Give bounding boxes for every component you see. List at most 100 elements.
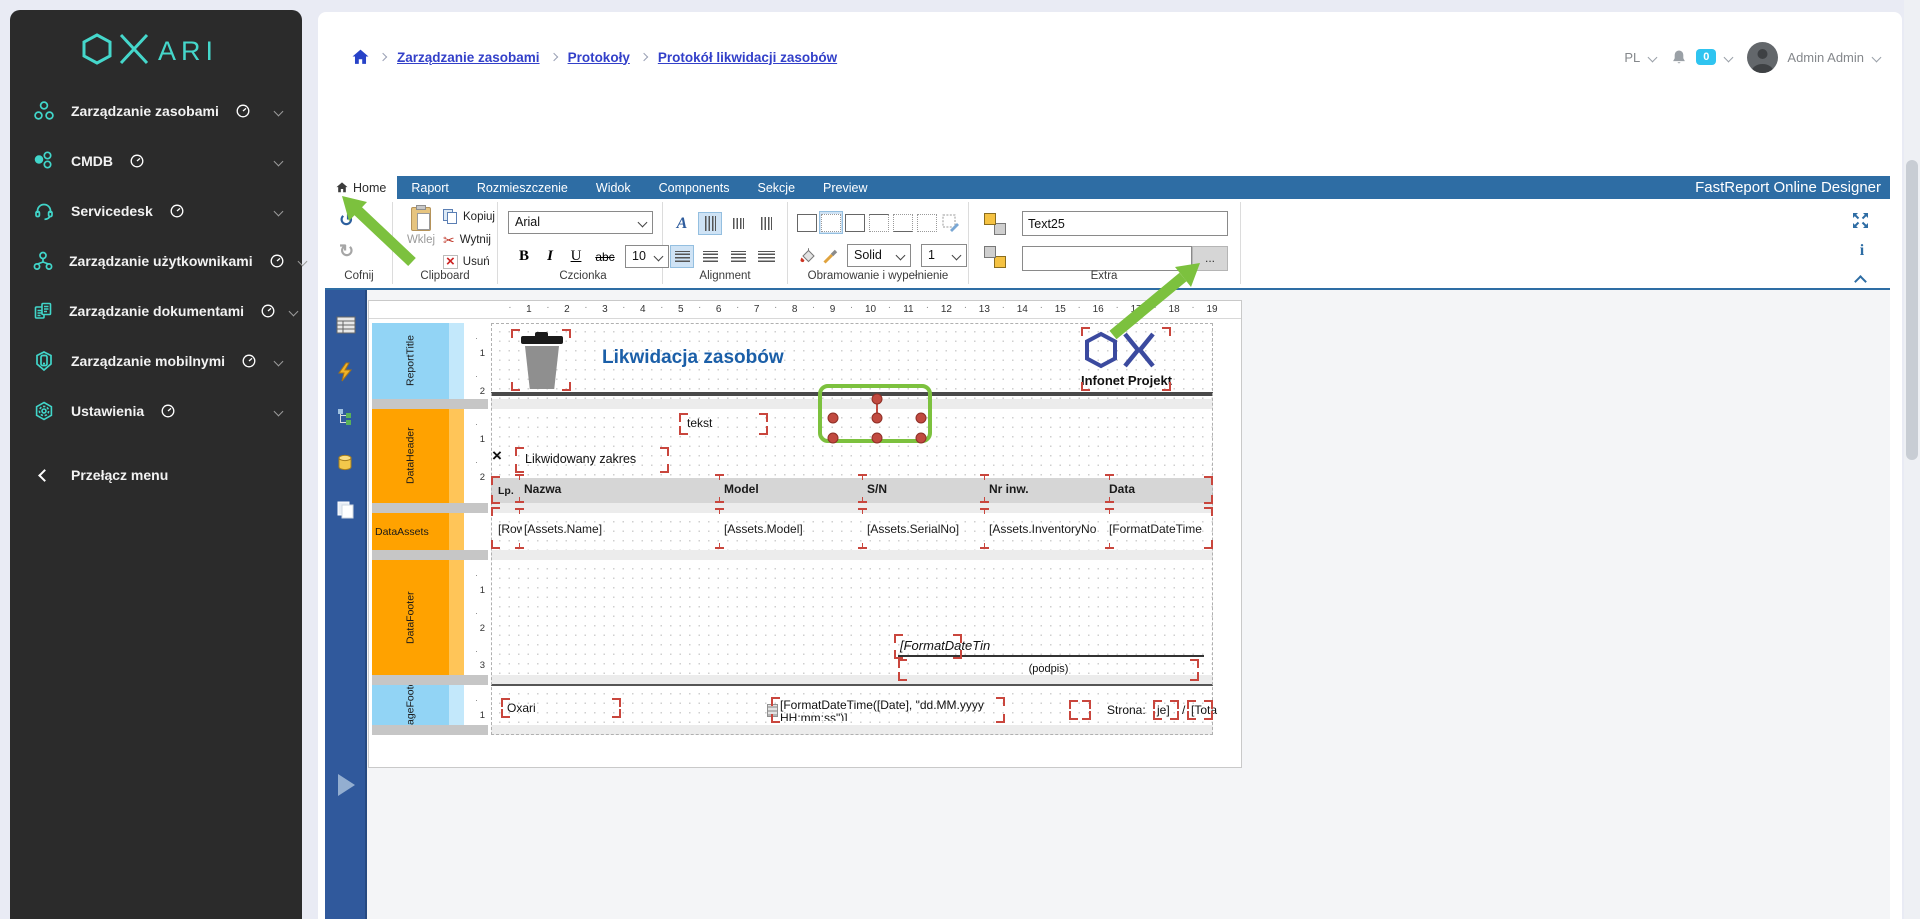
band-label-reporttitle[interactable]: ReportTitle: [372, 323, 449, 399]
selection-handle[interactable]: [872, 433, 883, 444]
band-label-datafooter[interactable]: DataFooter: [372, 560, 449, 675]
border-width-select[interactable]: 1: [921, 244, 967, 267]
footer-total-text[interactable]: [Tota: [1191, 703, 1217, 717]
border-style-select[interactable]: Solid: [847, 244, 911, 267]
sidebar-item-servicedesk[interactable]: Servicedesk: [10, 186, 302, 236]
collapse-ribbon-button[interactable]: [1848, 267, 1872, 290]
selection-handle[interactable]: [916, 433, 927, 444]
band-label-dataheader[interactable]: DataHeader: [372, 409, 449, 503]
valign-center-button[interactable]: [726, 212, 750, 235]
sidebar-item-uzytkownicy[interactable]: Zarządzanie użytkownikami: [10, 236, 302, 286]
extra-expression-input[interactable]: [1022, 246, 1192, 271]
report-tree-icon[interactable]: [336, 408, 354, 431]
chevron-down-icon[interactable]: [1648, 52, 1658, 62]
tab-preview[interactable]: Preview: [809, 176, 881, 199]
align-center-button[interactable]: [698, 245, 722, 268]
expression-more-button[interactable]: ...: [1192, 246, 1228, 271]
date-field-text[interactable]: [FormatDateTin: [900, 638, 990, 653]
footer-left-text[interactable]: Oxari: [507, 701, 536, 715]
breadcrumb-link-protokoly[interactable]: Protokoły: [568, 50, 630, 65]
notifications-bell-icon[interactable]: [1671, 49, 1687, 66]
sidebar-item-dokumenty[interactable]: Zarządzanie dokumentami: [10, 286, 302, 336]
table-data-cell[interactable]: [Assets.InventoryNo: [989, 522, 1107, 536]
border-edit-button[interactable]: [939, 211, 963, 234]
border-bottom-button[interactable]: [891, 211, 915, 234]
selection-handle[interactable]: [828, 413, 839, 424]
redo-button[interactable]: ↻: [339, 243, 354, 259]
footer-pageno-text[interactable]: je]: [1157, 703, 1170, 717]
delete-button[interactable]: × Usuń: [443, 255, 490, 269]
selection-handle[interactable]: [916, 413, 927, 424]
bold-button[interactable]: B: [512, 245, 536, 268]
tab-rozmieszczenie[interactable]: Rozmieszczenie: [463, 176, 582, 199]
breadcrumb-link-zasoby[interactable]: Zarządzanie zasobami: [397, 50, 540, 65]
data-source-icon[interactable]: [336, 454, 354, 477]
tab-sekcje[interactable]: Sekcje: [744, 176, 810, 199]
tab-raport[interactable]: Raport: [397, 176, 463, 199]
chevron-down-icon[interactable]: [1724, 52, 1734, 62]
fill-style-button[interactable]: [819, 244, 843, 267]
copy-button[interactable]: Kopiuj: [443, 209, 495, 224]
table-data-cell[interactable]: [Assets.Name]: [524, 522, 722, 536]
events-lightning-icon[interactable]: [336, 362, 354, 387]
tab-components[interactable]: Components: [645, 176, 744, 199]
font-size-select[interactable]: 10: [625, 245, 669, 268]
sidebar-item-zasoby[interactable]: Zarządzanie zasobami: [10, 86, 302, 136]
signature-label-text[interactable]: (podpis): [898, 663, 1199, 675]
tab-home[interactable]: Home: [325, 176, 397, 199]
sidebar-item-mobilne[interactable]: Zarządzanie mobilnymi: [10, 336, 302, 386]
border-none-button[interactable]: [819, 211, 843, 234]
undo-button[interactable]: ↺: [339, 212, 354, 228]
fill-color-button[interactable]: [795, 244, 819, 267]
send-to-back-button[interactable]: [983, 245, 1007, 268]
selection-handle[interactable]: [828, 433, 839, 444]
selection-handle[interactable]: [872, 413, 883, 424]
fullscreen-button[interactable]: [1848, 209, 1872, 232]
footer-datetime-text[interactable]: [FormatDateTime([Date], "dd.MM.yyyy HH:m…: [780, 699, 1006, 721]
checkbox-x-object[interactable]: ×: [492, 446, 502, 466]
logo-caption-text[interactable]: Infonet Projekt: [1081, 373, 1171, 388]
table-data-cell[interactable]: [Assets.Model]: [724, 522, 865, 536]
footer-slash-text[interactable]: /: [1182, 703, 1185, 717]
home-icon[interactable]: [352, 49, 369, 65]
valign-top-button[interactable]: [698, 212, 722, 235]
selection-rotate-handle[interactable]: [872, 394, 883, 405]
chevron-down-icon[interactable]: [1872, 52, 1882, 62]
infonet-logo-object[interactable]: [1083, 329, 1169, 378]
sidebar-item-ustawienia[interactable]: Ustawienia: [10, 386, 302, 436]
user-avatar[interactable]: [1747, 42, 1778, 73]
pages-copy-icon[interactable]: [336, 500, 355, 524]
align-justify-button[interactable]: [754, 245, 778, 268]
table-data-cell[interactable]: [Assets.SerialNo]: [867, 522, 987, 536]
align-right-button[interactable]: [726, 245, 750, 268]
strikethrough-button[interactable]: abc: [590, 245, 620, 268]
footer-strona-label[interactable]: Strona:: [1107, 703, 1146, 717]
bring-to-front-button[interactable]: [983, 212, 1007, 235]
border-top-button[interactable]: [867, 211, 891, 234]
properties-panel-icon[interactable]: [336, 316, 356, 339]
border-outside-button[interactable]: [843, 211, 867, 234]
scope-label-text[interactable]: Likwidowany zakres: [525, 452, 636, 466]
italic-button[interactable]: I: [538, 245, 562, 268]
footer-top-line-object[interactable]: [491, 684, 1213, 686]
font-family-select[interactable]: Arial: [508, 211, 653, 234]
paste-button[interactable]: Wklej: [401, 207, 441, 246]
valign-bottom-button[interactable]: [754, 212, 778, 235]
border-all-button[interactable]: [795, 211, 819, 234]
band-content-datafooter[interactable]: [491, 560, 1213, 675]
preview-play-button[interactable]: [338, 774, 355, 796]
cut-button[interactable]: ✂ Wytnij: [443, 232, 491, 248]
tab-widok[interactable]: Widok: [582, 176, 645, 199]
border-inside-button[interactable]: [915, 211, 939, 234]
align-left-button[interactable]: [670, 245, 694, 268]
sidebar-collapse-toggle[interactable]: Przełącz menu: [10, 450, 302, 500]
language-selector[interactable]: PL: [1624, 50, 1640, 65]
sidebar-item-cmdb[interactable]: CMDB: [10, 136, 302, 186]
underline-button[interactable]: U: [564, 245, 588, 268]
tekst-text-object[interactable]: tekst: [687, 416, 712, 430]
font-style-button[interactable]: A: [670, 212, 694, 235]
table-data-cell[interactable]: [Row: [498, 522, 522, 536]
signature-line-object[interactable]: [898, 655, 1204, 657]
band-label-pagefooter[interactable]: PageFooter: [372, 685, 449, 725]
band-label-dataassets[interactable]: DataAssets: [372, 513, 449, 550]
